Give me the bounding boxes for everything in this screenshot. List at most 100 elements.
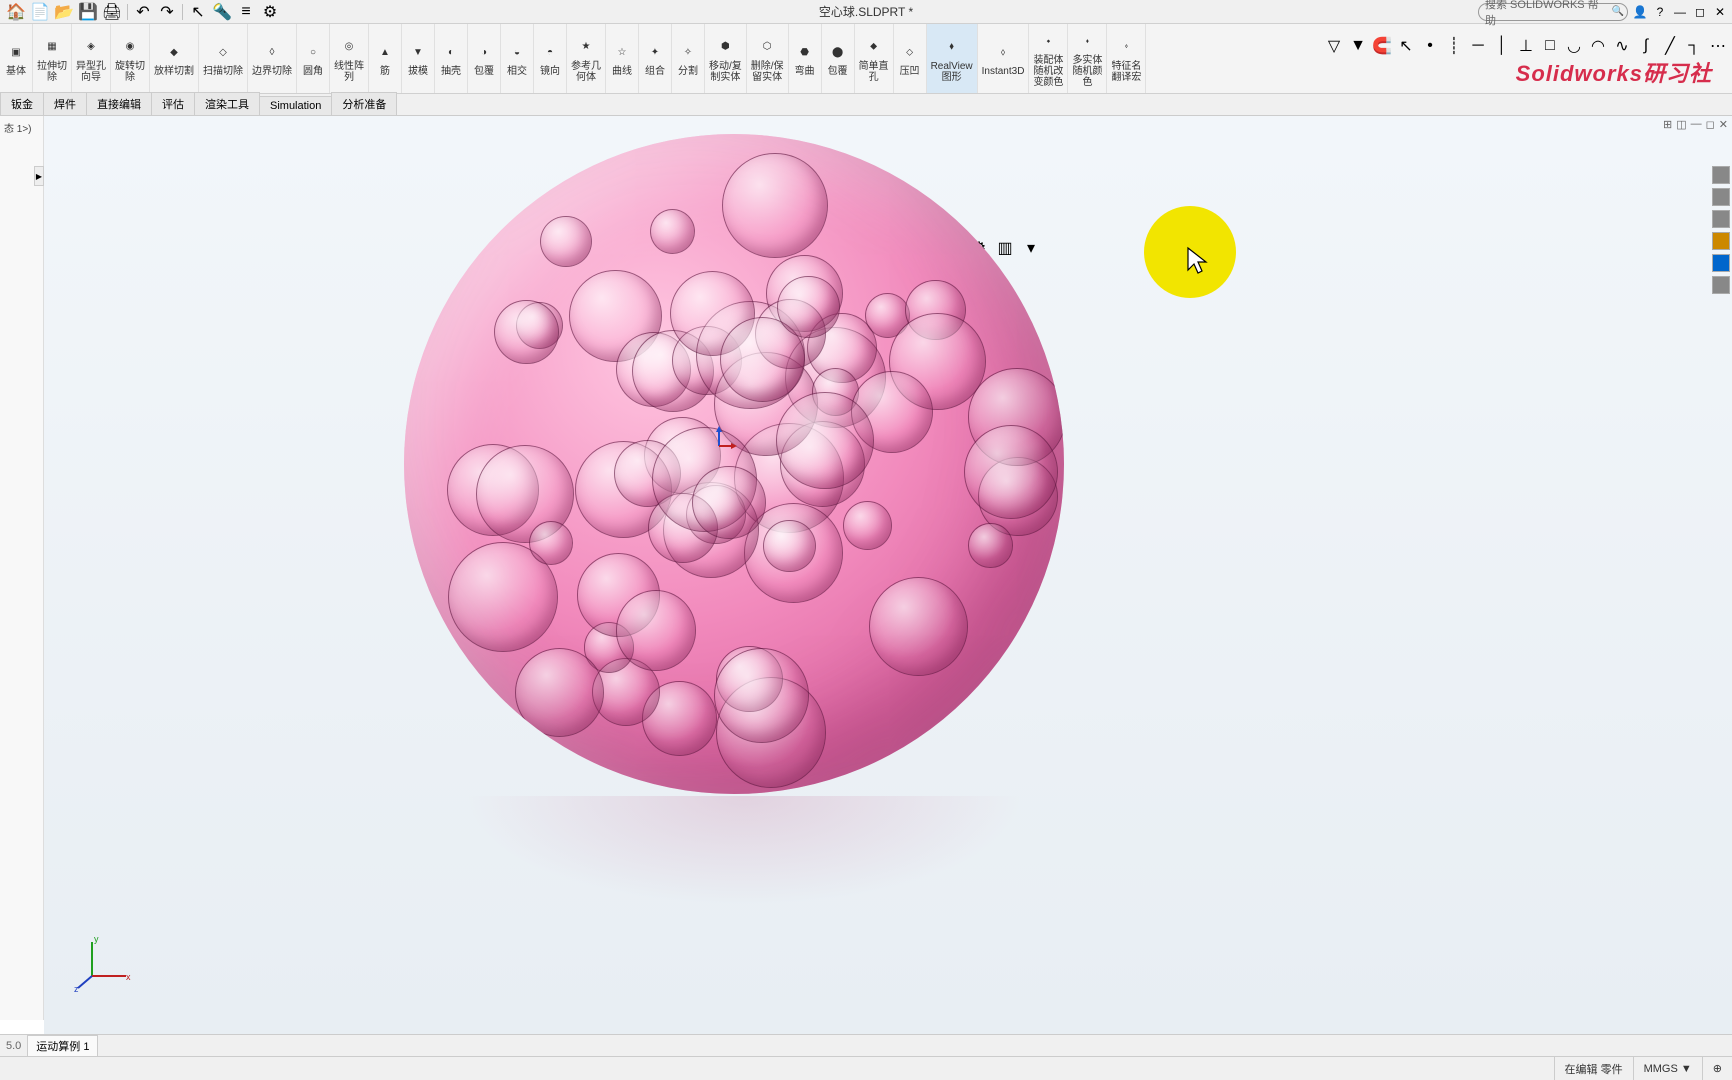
model-surface-lobe bbox=[777, 393, 873, 489]
ribbon-异型孔向导[interactable]: ◈异型孔 向导 bbox=[72, 24, 111, 93]
ribbon-圆角[interactable]: ○圆角 bbox=[297, 24, 330, 93]
settings-icon[interactable]: ⚙ bbox=[260, 2, 280, 22]
select-icon[interactable]: ↖ bbox=[1396, 36, 1416, 56]
dim-icon[interactable]: ⊥ bbox=[1516, 36, 1536, 56]
tab-钣金[interactable]: 钣金 bbox=[0, 92, 44, 115]
filter-icon[interactable]: ▽ bbox=[1324, 36, 1344, 56]
minimize-icon[interactable]: — bbox=[1672, 4, 1688, 20]
help-icon[interactable]: ? bbox=[1652, 4, 1668, 20]
model-reflection bbox=[464, 796, 1024, 906]
sketch2-icon[interactable]: ∫ bbox=[1636, 36, 1656, 56]
ribbon-拉伸切除[interactable]: ▦拉伸切 除 bbox=[33, 24, 72, 93]
graphics-viewport[interactable]: ⊞ ◫ — ◻ ✕ ⤢🔍↺✂◧▦👁🎨🌄⚙▥▾ y x z bbox=[44, 116, 1732, 1034]
ribbon-组合[interactable]: ✦组合 bbox=[639, 24, 672, 93]
rebuild-icon[interactable]: 🔦 bbox=[212, 2, 232, 22]
ribbon-Instant3D[interactable]: ⬨Instant3D bbox=[978, 24, 1030, 93]
open-icon[interactable]: 📂 bbox=[54, 2, 74, 22]
magnet-icon[interactable]: 🧲 bbox=[1372, 36, 1392, 56]
measure-icon[interactable]: • bbox=[1420, 36, 1440, 56]
ribbon-拔模[interactable]: ▼拔模 bbox=[402, 24, 435, 93]
more2-icon[interactable]: ⋯ bbox=[1708, 36, 1728, 56]
ribbon-包覆[interactable]: ⬤包覆 bbox=[822, 24, 855, 93]
ribbon-边界切除[interactable]: ◊边界切除 bbox=[248, 24, 297, 93]
select-filter-icon[interactable]: ▼ bbox=[1348, 36, 1368, 56]
ribbon-曲线[interactable]: ☆曲线 bbox=[606, 24, 639, 93]
ribbon-icon: ✧ bbox=[676, 40, 700, 64]
ribbon-label: 相交 bbox=[507, 66, 527, 77]
redo-icon[interactable]: ↷ bbox=[157, 2, 177, 22]
ribbon-抽壳[interactable]: ◐抽壳 bbox=[435, 24, 468, 93]
ribbon-移动/复制实体[interactable]: ⬢移动/复 制实体 bbox=[705, 24, 747, 93]
ribbon-分割[interactable]: ✧分割 bbox=[672, 24, 705, 93]
user-icon[interactable]: 👤 bbox=[1632, 4, 1648, 20]
select-icon[interactable]: ↖ bbox=[188, 2, 208, 22]
ribbon-简单直孔[interactable]: ⬥简单直 孔 bbox=[855, 24, 894, 93]
tab-直接编辑[interactable]: 直接编辑 bbox=[86, 92, 152, 115]
ribbon-放样切割[interactable]: ◆放样切割 bbox=[150, 24, 199, 93]
ribbon-装配体随机改变颜色[interactable]: ⬩装配体 随机改 变颜色 bbox=[1029, 24, 1068, 93]
home-icon[interactable]: 🏠 bbox=[6, 2, 26, 22]
save-icon[interactable]: 💾 bbox=[78, 2, 98, 22]
maximize-icon[interactable]: ◻ bbox=[1692, 4, 1708, 20]
ribbon-特征名翻译宏[interactable]: ⬫特征名 翻译宏 bbox=[1107, 24, 1146, 93]
tab-焊件[interactable]: 焊件 bbox=[43, 92, 87, 115]
vp-tile-icon[interactable]: ⊞ bbox=[1663, 118, 1672, 131]
vp-min-icon[interactable]: — bbox=[1691, 118, 1702, 131]
ribbon-RealView图形[interactable]: ⬧RealView 图形 bbox=[927, 24, 978, 93]
expand-tree-icon[interactable]: ▶ bbox=[34, 166, 44, 186]
ribbon-多实体随机颜色[interactable]: ⬪多实体 随机颜 色 bbox=[1068, 24, 1107, 93]
ribbon-镜向[interactable]: ◓镜向 bbox=[534, 24, 567, 93]
ribbon-参考几何体[interactable]: ★参考几 何体 bbox=[567, 24, 606, 93]
options-icon[interactable]: ≡ bbox=[236, 2, 256, 22]
ribbon-包覆[interactable]: ◑包覆 bbox=[468, 24, 501, 93]
dim-point-icon[interactable]: ┊ bbox=[1444, 36, 1464, 56]
search-input[interactable]: 搜索 SOLIDWORKS 帮助 bbox=[1478, 3, 1628, 21]
tab-分析准备[interactable]: 分析准备 bbox=[331, 92, 397, 115]
separator bbox=[182, 4, 183, 20]
ribbon-icon: ◈ bbox=[79, 35, 103, 59]
ribbon-筋[interactable]: ▲筋 bbox=[369, 24, 402, 93]
undo-icon[interactable]: ↶ bbox=[133, 2, 153, 22]
status-extra-icon[interactable]: ⊕ bbox=[1702, 1057, 1732, 1080]
vp-cascade-icon[interactable]: ◫ bbox=[1676, 118, 1686, 131]
sketch1-icon[interactable]: ∿ bbox=[1612, 36, 1632, 56]
units-status[interactable]: MMGS ▼ bbox=[1633, 1057, 1702, 1080]
line1-icon[interactable]: ╱ bbox=[1660, 36, 1680, 56]
ribbon-icon: ⬦ bbox=[898, 40, 922, 64]
arc2-icon[interactable]: ◠ bbox=[1588, 36, 1608, 56]
print-icon[interactable]: 🖨 bbox=[102, 2, 122, 22]
task-open-icon[interactable] bbox=[1712, 210, 1730, 228]
corner-icon[interactable]: ┐ bbox=[1684, 36, 1704, 56]
tab-渲染工具[interactable]: 渲染工具 bbox=[194, 92, 260, 115]
new-icon[interactable]: 📄 bbox=[30, 2, 50, 22]
tab-Simulation[interactable]: Simulation bbox=[259, 96, 332, 115]
vp-max-icon[interactable]: ◻ bbox=[1706, 118, 1715, 131]
display-manager-icon[interactable]: ▥ bbox=[995, 238, 1015, 258]
task-home-icon[interactable] bbox=[1712, 166, 1730, 184]
ribbon-基体[interactable]: ▣基体 bbox=[0, 24, 33, 93]
model-body[interactable] bbox=[404, 134, 1064, 794]
motion-study-tab[interactable]: 运动算例 1 bbox=[27, 1035, 98, 1057]
ribbon-扫描切除[interactable]: ◇扫描切除 bbox=[199, 24, 248, 93]
dim-vert-icon[interactable]: │ bbox=[1492, 36, 1512, 56]
arc1-icon[interactable]: ◡ bbox=[1564, 36, 1584, 56]
task-colors-icon[interactable] bbox=[1712, 254, 1730, 272]
ribbon-弯曲[interactable]: ⬣弯曲 bbox=[789, 24, 822, 93]
dim-horiz-icon[interactable]: ─ bbox=[1468, 36, 1488, 56]
ribbon-删除/保留实体[interactable]: ⬡删除/保 留实体 bbox=[747, 24, 789, 93]
ribbon-相交[interactable]: ◒相交 bbox=[501, 24, 534, 93]
vp-close-icon[interactable]: ✕ bbox=[1719, 118, 1728, 131]
coordinate-triad-icon[interactable]: y x z bbox=[74, 934, 134, 994]
ribbon-旋转切除[interactable]: ◉旋转切 除 bbox=[111, 24, 150, 93]
box-icon[interactable]: □ bbox=[1540, 36, 1560, 56]
feature-tree-panel[interactable]: 态 1>) ▶ bbox=[0, 116, 44, 1020]
ribbon-线性阵列[interactable]: ◎线性阵 列 bbox=[330, 24, 369, 93]
ribbon-压凹[interactable]: ⬦压凹 bbox=[894, 24, 927, 93]
task-layers-icon[interactable] bbox=[1712, 188, 1730, 206]
close-icon[interactable]: ✕ bbox=[1712, 4, 1728, 20]
tab-评估[interactable]: 评估 bbox=[151, 92, 195, 115]
task-list-icon[interactable] bbox=[1712, 276, 1730, 294]
ribbon-icon: ✦ bbox=[643, 40, 667, 64]
more-icon[interactable]: ▾ bbox=[1021, 238, 1041, 258]
task-appearances-icon[interactable] bbox=[1712, 232, 1730, 250]
